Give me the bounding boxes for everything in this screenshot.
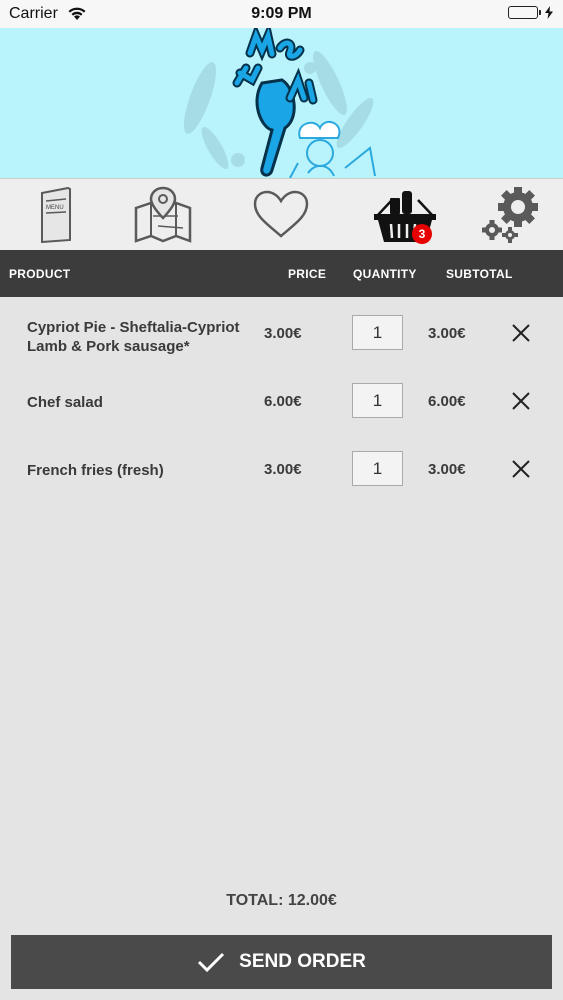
tab-cart[interactable]: 3 (349, 179, 461, 251)
header-banner (0, 28, 563, 178)
order-row: Chef salad 6.00€ 6.00€ (0, 370, 563, 430)
restaurant-logo (183, 28, 376, 178)
tab-settings[interactable] (455, 179, 563, 251)
tab-favorites[interactable] (225, 179, 337, 251)
remove-item-icon[interactable] (510, 390, 532, 412)
quantity-field[interactable] (352, 383, 403, 418)
item-price: 3.00€ (264, 325, 302, 342)
battery-icon (508, 6, 553, 19)
svg-text:MENU: MENU (46, 205, 64, 211)
item-subtotal: 3.00€ (428, 325, 466, 342)
column-product: PRODUCT (9, 267, 71, 281)
send-order-label: SEND ORDER (239, 951, 366, 972)
tab-menu[interactable]: MENU (0, 179, 112, 251)
gear-icon (482, 187, 538, 243)
remove-item-icon[interactable] (510, 322, 532, 344)
quantity-field[interactable] (352, 451, 403, 486)
heart-icon (253, 190, 309, 238)
item-name: French fries (fresh) (27, 462, 164, 479)
quantity-field[interactable] (352, 315, 403, 350)
clock: 9:09 PM (251, 5, 312, 22)
column-price: PRICE (288, 267, 327, 281)
map-icon (134, 186, 192, 243)
tab-map[interactable] (107, 179, 219, 251)
item-subtotal: 3.00€ (428, 461, 466, 478)
column-subtotal: SUBTOTAL (446, 267, 513, 281)
item-name: Cypriot Pie - Sheftalia-Cypriot Lamb & P… (27, 319, 240, 355)
item-price: 6.00€ (264, 393, 302, 410)
item-name: Chef salad (27, 394, 103, 411)
send-order-button[interactable]: SEND ORDER (11, 935, 552, 989)
cart-count-badge: 3 (412, 224, 432, 244)
order-table-header: PRODUCT PRICE QUANTITY SUBTOTAL (0, 250, 563, 297)
order-row: Cypriot Pie - Sheftalia-Cypriot Lamb & P… (0, 302, 563, 362)
order-total: TOTAL: 12.00€ (226, 892, 337, 909)
item-subtotal: 6.00€ (428, 393, 466, 410)
column-quantity: QUANTITY (353, 267, 417, 281)
item-price: 3.00€ (264, 461, 302, 478)
checkmark-icon (198, 952, 225, 973)
tab-bar: MENU 3 (0, 178, 563, 251)
remove-item-icon[interactable] (510, 458, 532, 480)
order-row: French fries (fresh) 3.00€ 3.00€ (0, 438, 563, 498)
status-bar: Carrier 9:09 PM (0, 0, 563, 28)
menu-icon: MENU (41, 187, 71, 243)
